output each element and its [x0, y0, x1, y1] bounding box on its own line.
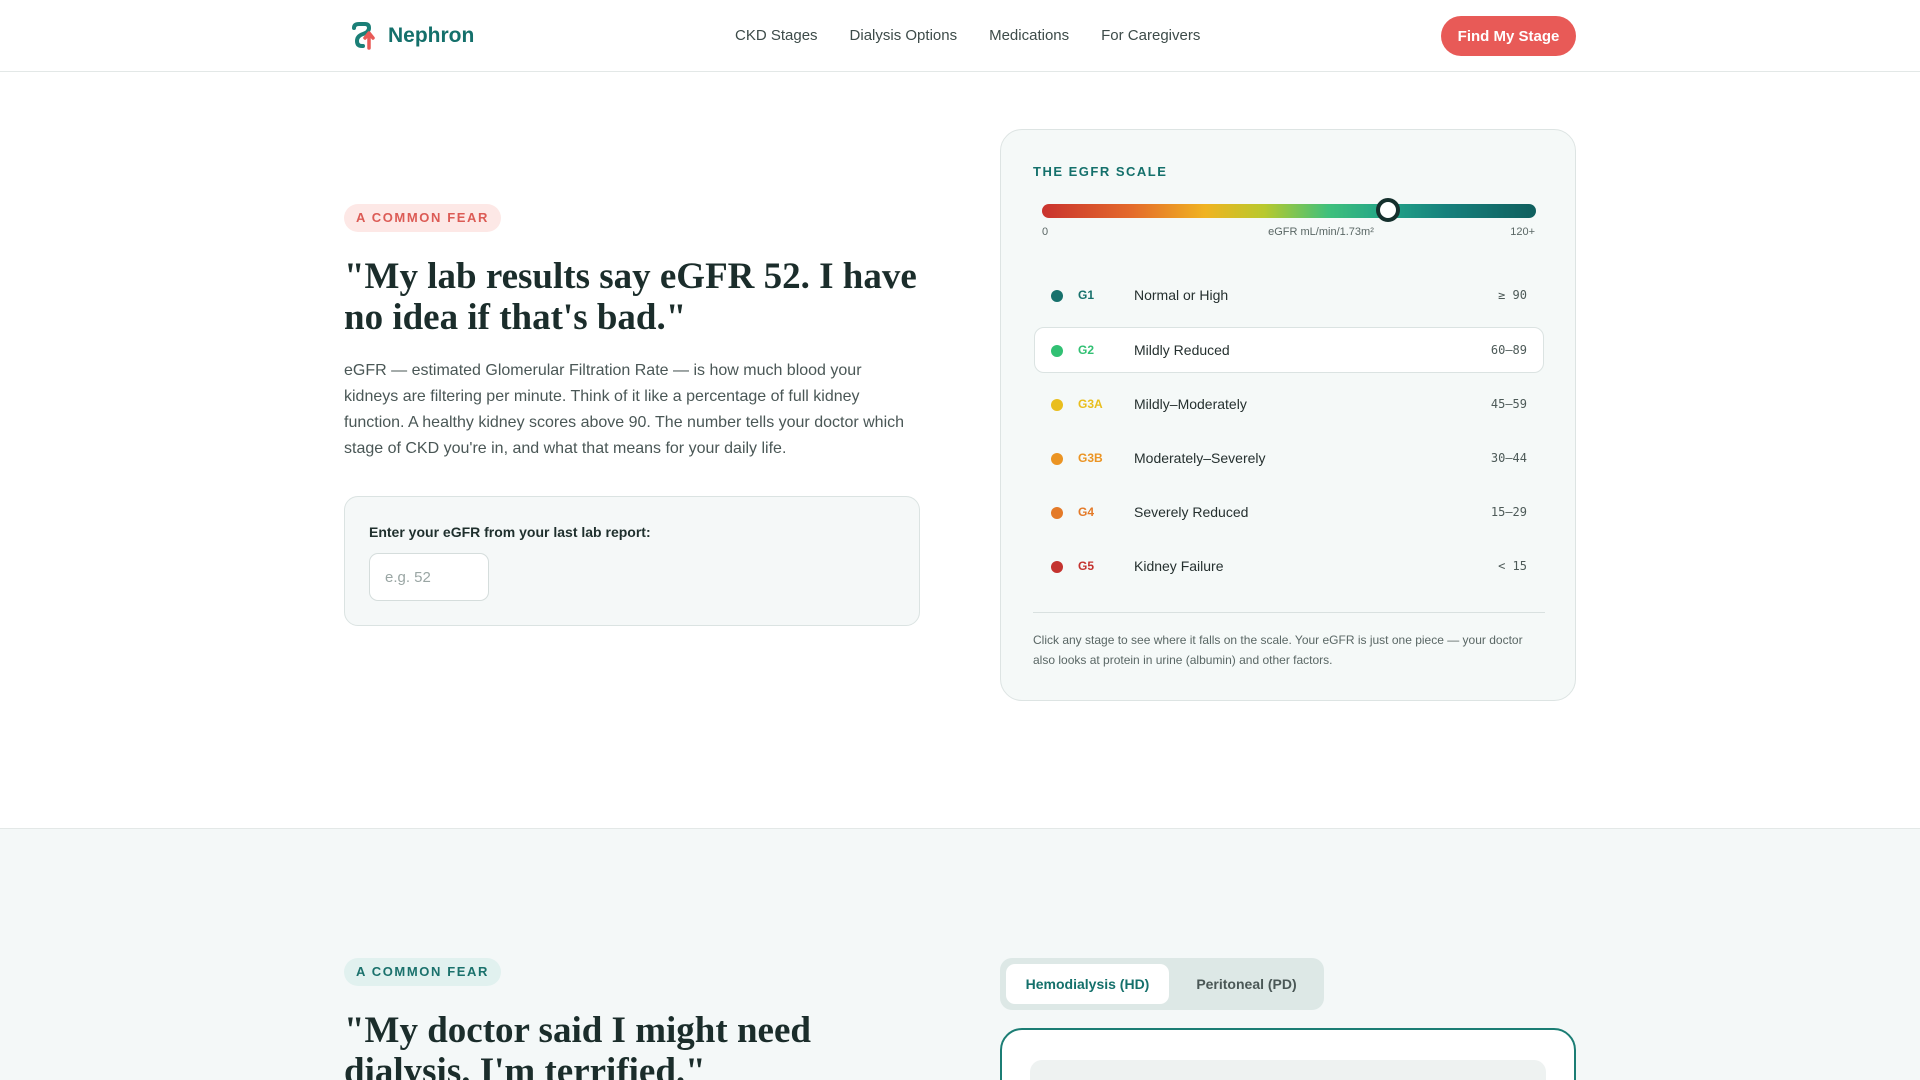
stage-name: Normal or High — [1134, 287, 1229, 303]
tab-hemodialysis[interactable]: Hemodialysis (HD) — [1006, 964, 1169, 1004]
stage-range: 60–89 — [1490, 343, 1527, 357]
egfr-scale-card: THE EGFR SCALE 0 eGFR mL/min/1.73m² 120+… — [1000, 129, 1576, 701]
stage-name: Moderately–Severely — [1134, 450, 1266, 466]
dialysis-section — [0, 828, 1920, 1080]
scale-max-label: 120+ — [1510, 226, 1535, 238]
dialysis-tabs: Hemodialysis (HD) Peritoneal (PD) — [1000, 958, 1324, 1010]
hero-headline: "My lab results say eGFR 52. I have no i… — [344, 256, 917, 338]
dialysis-headline: "My doctor said I might need dialysis. I… — [344, 1010, 811, 1080]
stage-code: G4 — [1078, 505, 1095, 519]
stage-range: 30–44 — [1490, 451, 1527, 465]
dialysis-panel-content — [1030, 1060, 1546, 1080]
egfr-input-card: Enter your eGFR from your last lab repor… — [344, 496, 920, 626]
find-my-stage-button[interactable]: Find My Stage — [1441, 16, 1576, 56]
stage-row-g3a[interactable]: G3A Mildly–Moderately 45–59 — [1034, 381, 1544, 427]
site-header: Nephron CKD Stages Dialysis Options Medi… — [0, 0, 1920, 72]
fear-badge: A COMMON FEAR — [344, 204, 501, 232]
stage-row-g3b[interactable]: G3B Moderately–Severely 30–44 — [1034, 435, 1544, 481]
stage-range: 45–59 — [1490, 397, 1527, 411]
scale-divider — [1033, 612, 1545, 613]
stage-code: G3A — [1078, 397, 1103, 411]
stage-row-g1[interactable]: G1 Normal or High ≥ 90 — [1034, 272, 1544, 318]
dialysis-fear-badge: A COMMON FEAR — [344, 958, 501, 986]
stage-name: Mildly–Moderately — [1134, 396, 1247, 412]
egfr-gradient-bar — [1042, 204, 1536, 218]
stage-dot-icon — [1051, 345, 1063, 357]
main-nav: CKD Stages Dialysis Options Medications … — [735, 27, 1200, 44]
stage-code: G3B — [1078, 451, 1103, 465]
stage-name: Mildly Reduced — [1134, 342, 1230, 358]
nav-dialysis-options[interactable]: Dialysis Options — [850, 27, 958, 44]
nav-medications[interactable]: Medications — [989, 27, 1069, 44]
stage-range: < 15 — [1498, 559, 1527, 573]
brand-name: Nephron — [388, 24, 475, 47]
brand-logo[interactable]: Nephron — [350, 22, 474, 50]
stage-row-g5[interactable]: G5 Kidney Failure < 15 — [1034, 543, 1544, 589]
dialysis-panel — [1000, 1028, 1576, 1080]
stage-name: Kidney Failure — [1134, 558, 1224, 574]
stage-range: 15–29 — [1490, 505, 1527, 519]
stage-code: G5 — [1078, 559, 1095, 573]
stage-code: G1 — [1078, 288, 1095, 302]
stage-row-g2[interactable]: G2 Mildly Reduced 60–89 — [1034, 327, 1544, 373]
egfr-input-label: Enter your eGFR from your last lab repor… — [369, 524, 651, 540]
scale-slider-thumb[interactable] — [1375, 198, 1400, 222]
stage-range: ≥ 90 — [1498, 288, 1527, 302]
stage-name: Severely Reduced — [1134, 504, 1249, 520]
kidney-logo-icon — [352, 22, 375, 50]
stage-dot-icon — [1051, 453, 1063, 465]
egfr-input[interactable] — [369, 553, 489, 601]
scale-note: Click any stage to see where it falls on… — [1033, 633, 1523, 667]
scale-min-label: 0 — [1042, 226, 1049, 238]
stage-dot-icon — [1051, 290, 1063, 302]
nav-ckd-stages[interactable]: CKD Stages — [735, 27, 818, 44]
stage-dot-icon — [1051, 507, 1063, 519]
stage-dot-icon — [1051, 561, 1063, 573]
scale-title: THE EGFR SCALE — [1033, 164, 1168, 179]
tab-peritoneal[interactable]: Peritoneal (PD) — [1175, 964, 1318, 1004]
stage-dot-icon — [1051, 399, 1063, 411]
nav-for-caregivers[interactable]: For Caregivers — [1101, 27, 1200, 44]
stage-row-g4[interactable]: G4 Severely Reduced 15–29 — [1034, 489, 1544, 535]
hero-lead-paragraph: eGFR — estimated Glomerular Filtration R… — [344, 362, 905, 457]
stage-code: G2 — [1078, 343, 1095, 357]
scale-unit-label: eGFR mL/min/1.73m² — [1268, 226, 1374, 238]
